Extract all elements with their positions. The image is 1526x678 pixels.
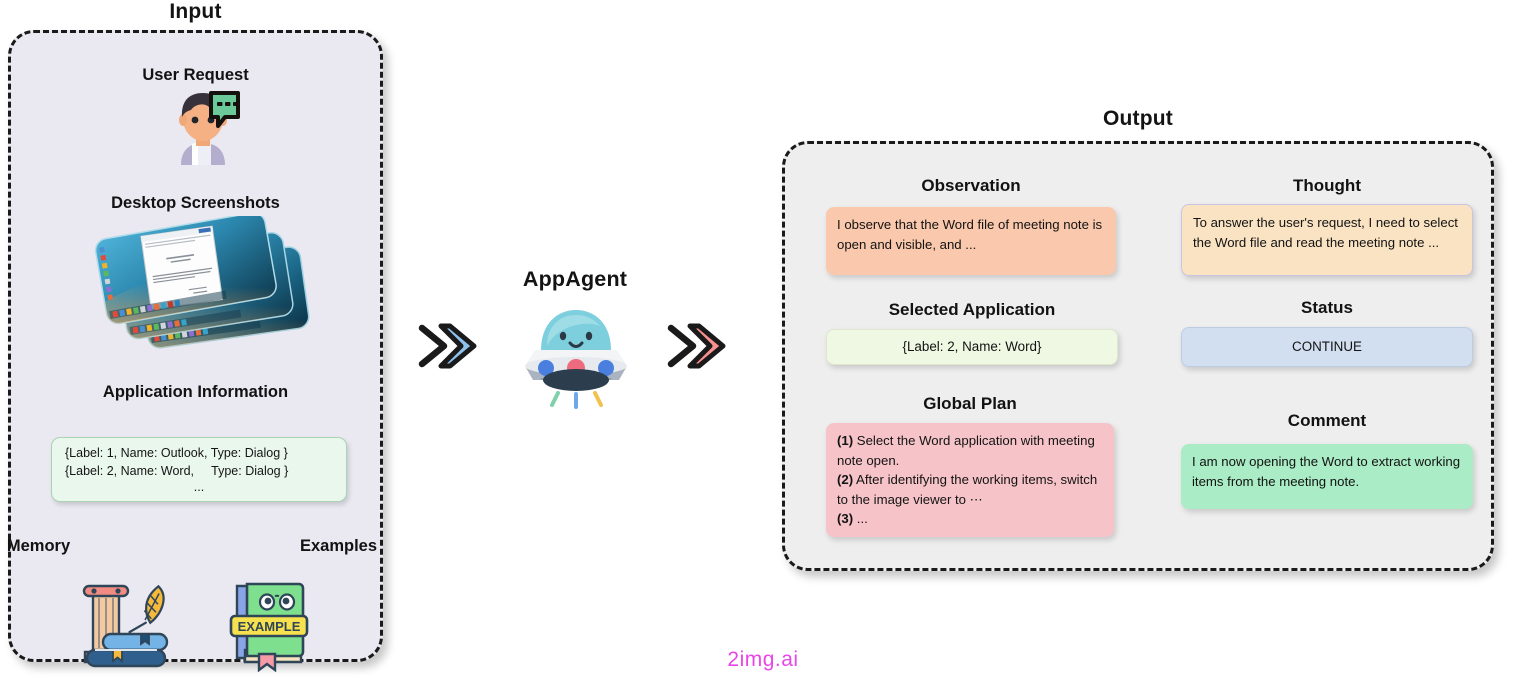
global-plan-step-text: After identifying the working items, swi… (837, 472, 1098, 507)
global-plan-step-number: (2) (837, 472, 854, 487)
appagent-label: AppAgent (522, 267, 628, 291)
comment-box: I am now opening the Word to extract wor… (1181, 444, 1473, 509)
user-with-speech-bubble-icon (159, 89, 241, 170)
double-chevron-right-blue-icon (414, 318, 494, 379)
comment-heading: Comment (1287, 411, 1367, 430)
desktop-screenshots-title: Desktop Screenshots (111, 194, 280, 212)
global-plan-step: (3) ... (837, 509, 1103, 529)
selected-application-heading: Selected Application (888, 300, 1056, 319)
double-chevron-right-red-icon (663, 318, 743, 379)
output-section-caption: Output (1102, 107, 1173, 130)
global-plan-step-text: ... (853, 511, 868, 526)
global-plan-heading: Global Plan (923, 394, 1017, 413)
application-info-line-2: {Label: 2, Name: Word, Type: Dialog } (65, 464, 289, 478)
input-panel: User Request Desktop Screenshots Applica… (7, 30, 383, 673)
global-plan-step-number: (1) (837, 433, 854, 448)
examples-title: Examples (299, 537, 378, 555)
ufo-robot-icon (513, 298, 639, 415)
application-information-title: Application Information (102, 383, 289, 401)
global-plan-step-number: (3) (837, 511, 854, 526)
stacked-desktop-screenshots-icon (83, 212, 313, 356)
global-plan-step: (1) Select the Word application with mee… (837, 431, 1103, 470)
diagram-root: Input Output User Request Desktop Screen… (0, 0, 1526, 678)
thought-box: To answer the user's request, I need to … (1181, 204, 1473, 276)
global-plan-step-text: Select the Word application with meeting… (837, 433, 1095, 468)
input-section-caption: Input (169, 0, 222, 23)
observation-box: I observe that the Word file of meeting … (826, 207, 1116, 275)
svg-text:EXAMPLE: EXAMPLE (238, 619, 301, 634)
thought-heading: Thought (1293, 176, 1361, 195)
observation-heading: Observation (921, 176, 1021, 195)
application-info-line-1: {Label: 1, Name: Outlook, Type: Dialog } (65, 446, 288, 460)
selected-application-box: {Label: 2, Name: Word} (826, 329, 1118, 365)
status-heading: Status (1301, 298, 1353, 317)
watermark: 2img.ai (727, 648, 799, 671)
application-information-box: {Label: 1, Name: Outlook, Type: Dialog }… (51, 437, 347, 502)
application-info-ellipsis: ... (193, 480, 205, 494)
status-badge: CONTINUE (1181, 327, 1473, 367)
user-request-title: User Request (142, 66, 249, 84)
global-plan-box: (1) Select the Word application with mee… (826, 423, 1114, 537)
global-plan-step: (2) After identifying the working items,… (837, 470, 1103, 509)
